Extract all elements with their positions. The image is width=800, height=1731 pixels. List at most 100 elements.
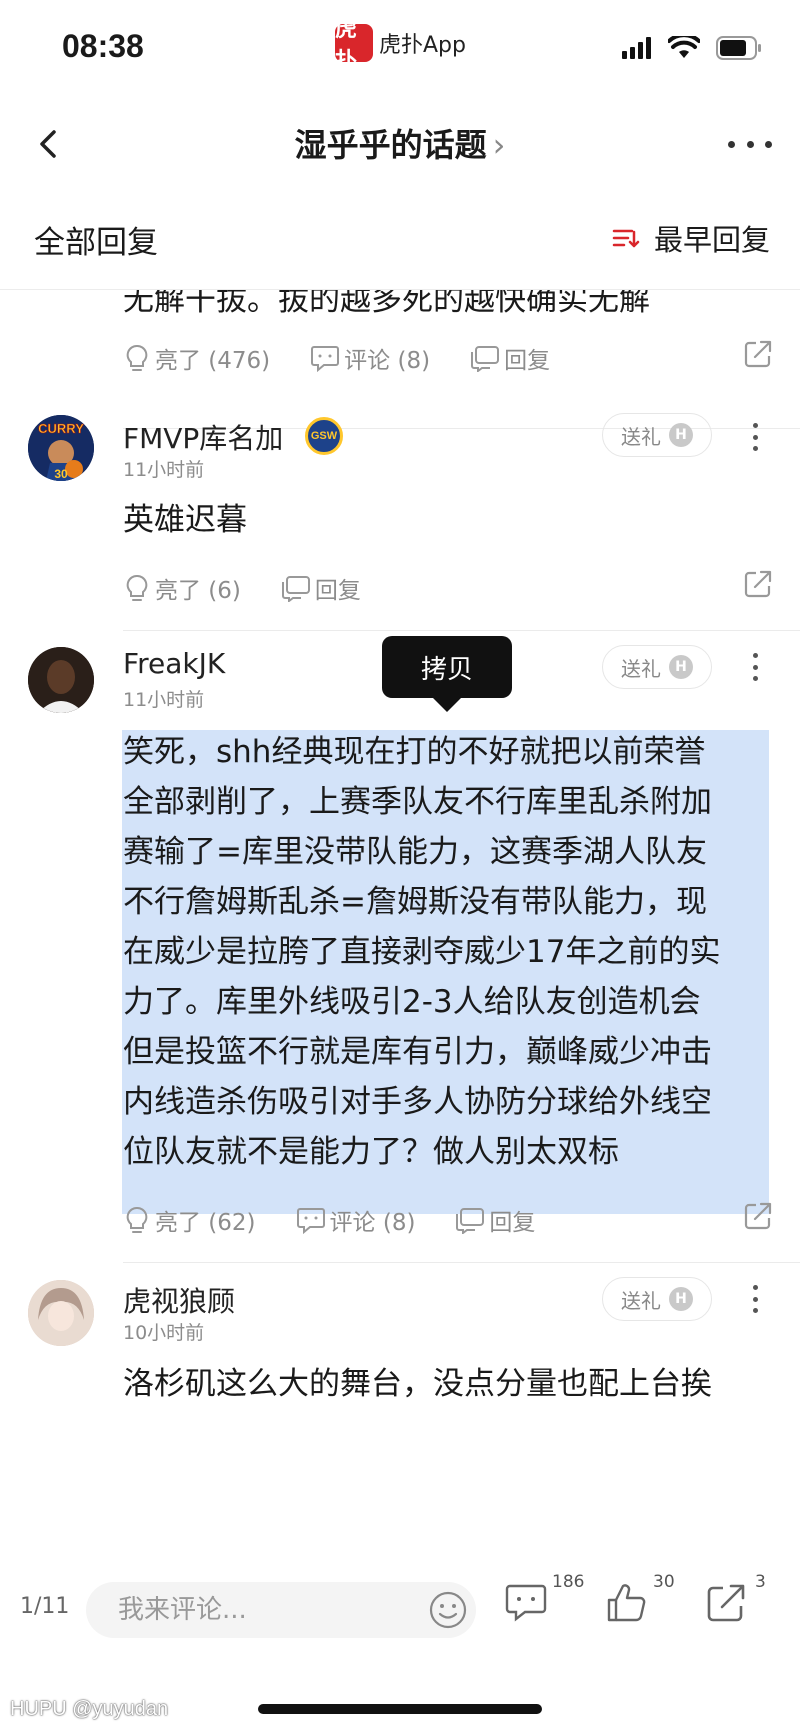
reply-actions: 亮了 (476) 评论 (8) 回复 <box>123 333 773 383</box>
signal-icon <box>622 37 651 59</box>
reply-time: 11小时前 <box>123 459 205 481</box>
hupu-coin-icon: H <box>669 1287 693 1311</box>
gift-button[interactable]: 送礼 H <box>602 1277 712 1321</box>
page-indicator[interactable]: 1/11 <box>20 1594 69 1619</box>
share-icon[interactable] <box>743 339 773 369</box>
reply-time: 11小时前 <box>123 689 205 711</box>
app-name: 虎扑App <box>379 33 466 58</box>
comment-button[interactable]: 评论 (8) <box>310 341 430 375</box>
avatar-text: CURRY <box>38 421 84 436</box>
share-count: 3 <box>755 1572 766 1592</box>
avatar[interactable] <box>28 1280 94 1346</box>
reply-line: 笑死，shh经典现在打的不好就把以前荣誉 <box>123 734 706 770</box>
home-indicator[interactable] <box>258 1704 542 1714</box>
reply-button[interactable]: 回复 <box>281 571 361 605</box>
comment-button[interactable]: 评论 (8) <box>296 1203 415 1237</box>
like-post-button[interactable] <box>605 1582 647 1628</box>
reply-icon <box>456 1208 485 1234</box>
share-icon <box>707 1584 745 1622</box>
status-time: 08:38 <box>62 28 144 64</box>
lightbulb-icon <box>126 344 148 371</box>
reply-more-button[interactable] <box>750 1285 760 1313</box>
reply-more-button[interactable] <box>750 653 760 681</box>
reply-line: 位队友就不是能力了？做人别太双标 <box>123 1134 619 1170</box>
gift-label: 送礼 <box>621 1288 661 1313</box>
sort-bar: 全部回复 最早回复 <box>0 195 800 290</box>
user-avatar-icon <box>28 647 94 713</box>
avatar[interactable]: CURRY 30 <box>28 415 94 481</box>
reply-button[interactable]: 回复 <box>455 1203 535 1237</box>
reply-line: 赛输了=库里没带队能力，这赛季湖人队友 <box>123 834 707 870</box>
gift-button[interactable]: 送礼 H <box>602 413 712 457</box>
comment-input[interactable] <box>86 1582 406 1638</box>
wifi-icon <box>668 36 700 58</box>
like-label: 亮了 (6) <box>155 578 241 604</box>
gift-label: 送礼 <box>621 656 661 681</box>
reply-more-button[interactable] <box>750 423 760 451</box>
comment-icon <box>311 346 340 372</box>
username[interactable]: FreakJK <box>123 647 225 680</box>
like-label: 亮了 (62) <box>155 1210 256 1236</box>
like-label: 亮了 (476) <box>155 348 271 374</box>
dot <box>752 423 758 428</box>
gift-button[interactable]: 送礼 H <box>602 645 712 689</box>
dot <box>746 140 754 148</box>
like-count: 30 <box>653 1572 675 1592</box>
reply-text-selected[interactable]: 笑死，shh经典现在打的不好就把以前荣誉 全部剥削了，上赛季队友不行库里乱杀附加… <box>123 727 773 1177</box>
all-replies-label: 全部回复 <box>34 225 158 261</box>
copy-button[interactable]: 拷贝 <box>382 636 512 712</box>
hupu-coin-icon: H <box>669 423 693 447</box>
dot <box>752 653 758 658</box>
dot <box>752 1296 758 1302</box>
user-avatar-icon <box>28 1280 94 1346</box>
reply-actions: 亮了 (6) 回复 <box>123 563 773 613</box>
emoji-icon[interactable] <box>428 1590 468 1630</box>
chevron-right-icon: › <box>492 126 506 164</box>
hupu-logo-icon: 虎扑 <box>335 17 373 74</box>
share-icon[interactable] <box>743 1201 773 1231</box>
reply-text[interactable]: 洛杉矶这么大的舞台，没点分量也配上台挨 <box>123 1357 773 1412</box>
reply-icon <box>281 576 310 602</box>
lightbulb-icon <box>126 1206 148 1233</box>
reply-button[interactable]: 回复 <box>470 341 550 375</box>
dot <box>752 676 758 681</box>
like-button[interactable]: 亮了 (62) <box>123 1203 256 1237</box>
system-icons <box>622 36 762 60</box>
dot <box>752 446 758 451</box>
divider <box>123 630 800 631</box>
reply-feed[interactable]: 无解干拔。拔的越多死的越快确实无解 亮了 (476) 评论 (8) 回复 CUR… <box>0 290 800 1560</box>
avatar[interactable] <box>28 647 94 713</box>
comment-input-container[interactable] <box>86 1582 476 1638</box>
more-options-button[interactable] <box>728 124 772 164</box>
comments-button[interactable] <box>505 1582 547 1626</box>
reply-line: 全部剥削了，上赛季队友不行库里乱杀附加 <box>123 784 712 820</box>
like-button[interactable]: 亮了 (6) <box>123 571 241 605</box>
comment-icon <box>296 1208 325 1234</box>
share-post-button[interactable] <box>705 1582 747 1628</box>
username[interactable]: FMVP库名加 <box>123 417 283 457</box>
hupu-coin-icon: H <box>669 655 693 679</box>
reply-actions: 亮了 (62) 评论 (8) 回复 <box>123 1195 773 1245</box>
reply-line: 力了。库里外线吸引2-3人给队友创造机会 <box>123 984 701 1020</box>
sort-order-label: 最早回复 <box>653 223 770 257</box>
username[interactable]: 虎视狼顾 <box>123 1280 235 1320</box>
sort-order-button[interactable]: 最早回复 <box>612 217 770 259</box>
gift-label: 送礼 <box>621 424 661 449</box>
page-title-text: 湿乎乎的话题 <box>294 126 487 164</box>
reply-label: 回复 <box>314 578 361 604</box>
divider <box>123 1262 800 1263</box>
reply-text[interactable]: 无解干拔。拔的越多死的越快确实无解 <box>123 290 773 328</box>
status-bar: 08:38 虎扑 虎扑App <box>0 0 800 100</box>
dot <box>752 1308 758 1313</box>
team-badge-icon: GSW <box>305 417 343 455</box>
reply-line: 但是投篮不行就是库有引力，巅峰威少冲击 <box>123 1034 712 1070</box>
reply-time: 10小时前 <box>123 1322 205 1344</box>
lightbulb-icon <box>126 574 148 601</box>
like-button[interactable]: 亮了 (476) <box>123 341 270 375</box>
page-title[interactable]: 湿乎乎的话题 › <box>0 120 800 166</box>
reply-text[interactable]: 英雄迟暮 <box>123 493 773 548</box>
sort-icon <box>612 229 640 248</box>
comment-label: 评论 (8) <box>344 348 431 374</box>
share-icon[interactable] <box>743 569 773 599</box>
app-badge: 虎扑 虎扑App <box>335 17 466 74</box>
